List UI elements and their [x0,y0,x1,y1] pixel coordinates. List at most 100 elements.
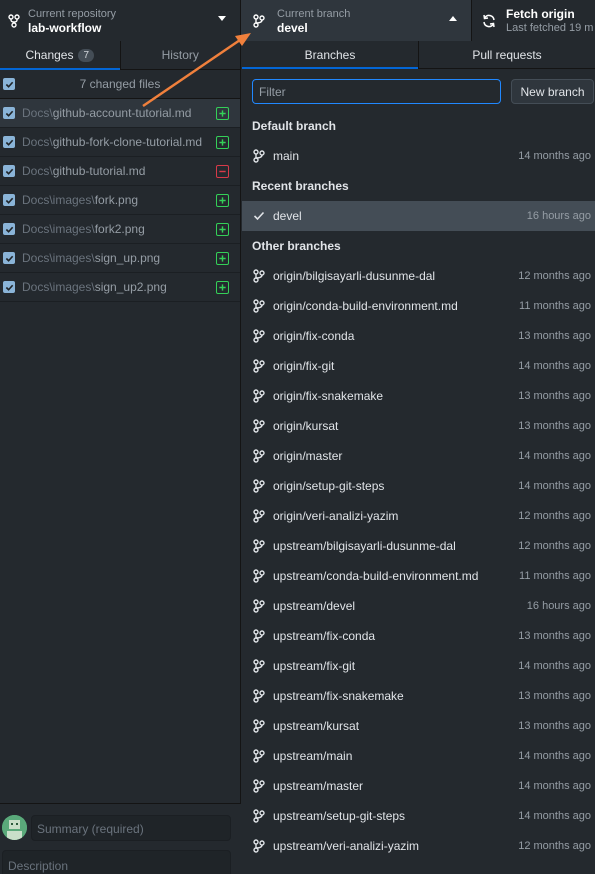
tab-branches[interactable]: Branches [242,41,418,69]
branch-item[interactable]: origin/kursat 13 months ago [242,411,595,441]
branch-item[interactable]: upstream/master 14 months ago [242,771,595,801]
branch-icon [252,149,266,163]
changes-pane: Changes 7 History 7 changed files Docs\g… [0,41,241,874]
branch-item[interactable]: origin/conda-build-environment.md 11 mont… [242,291,595,321]
left-tabs: Changes 7 History [0,41,240,70]
branch-value: devel [277,20,308,35]
branch-icon [252,299,266,313]
branch-item[interactable]: devel 16 hours ago [242,201,595,231]
file-dir: Docs\images\ [22,251,95,265]
file-added-icon [216,223,229,236]
summary-input[interactable]: Summary (required) [31,815,231,841]
branch-time: 12 months ago [518,510,591,522]
repo-icon [0,13,28,28]
branch-time: 12 months ago [518,270,591,282]
branch-time: 13 months ago [518,420,591,432]
branch-item[interactable]: upstream/main 14 months ago [242,741,595,771]
branch-name: origin/conda-build-environment.md [273,299,458,313]
branch-item[interactable]: upstream/fix-snakemake 13 months ago [242,681,595,711]
branch-icon [252,719,266,733]
tab-changes-label: Changes [25,48,74,62]
current-branch-button[interactable]: Current branch devel [241,0,472,41]
description-input[interactable]: Description [2,850,231,874]
file-checkbox[interactable] [3,252,15,264]
file-checkbox[interactable] [3,281,15,293]
file-name: fork.png [94,193,139,207]
branch-item[interactable]: upstream/setup-git-steps 14 months ago [242,801,595,831]
branch-name: upstream/master [273,779,364,793]
changes-count-badge: 7 [78,48,95,62]
file-row[interactable]: Docs\images\fork2.png [0,215,240,244]
branch-item[interactable]: origin/bilgisayarli-dusunme-dal 12 months… [242,261,595,291]
branch-item[interactable]: upstream/bilgisayarli-dusunme-dal 12 mont… [242,531,595,561]
branch-name: origin/setup-git-steps [273,479,385,493]
branch-item[interactable]: upstream/devel 16 hours ago [242,591,595,621]
branch-item[interactable]: origin/veri-analizi-yazim 12 months ago [242,501,595,531]
file-checkbox[interactable] [3,223,15,235]
branch-time: 14 months ago [518,360,591,372]
file-row[interactable]: Docs\github-tutorial.md [0,157,240,186]
branch-name: upstream/devel [273,599,356,613]
branch-icon [252,359,266,373]
file-row[interactable]: Docs\github-fork-clone-tutorial.md [0,128,240,157]
branch-name: origin/veri-analizi-yazim [273,509,399,523]
branch-item[interactable]: origin/fix-git 14 months ago [242,351,595,381]
branch-item[interactable]: upstream/veri-analizi-yazim 12 months ago [242,831,595,861]
files-header: 7 changed files [0,70,240,99]
chevron-down-icon [218,16,226,21]
filter-input[interactable]: Filter [252,79,501,104]
current-repository-button[interactable]: Current repository lab-workflow [0,0,241,41]
file-added-icon [216,136,229,149]
branch-item[interactable]: upstream/kursat 13 months ago [242,711,595,741]
tab-pull-requests[interactable]: Pull requests [418,41,595,68]
branch-item[interactable]: origin/setup-git-steps 14 months ago [242,471,595,501]
branch-item[interactable]: upstream/conda-build-environment.md 11 mo… [242,561,595,591]
branch-item[interactable]: origin/fix-conda 13 months ago [242,321,595,351]
branch-time: 11 months ago [519,570,591,582]
tab-history[interactable]: History [119,41,241,69]
file-checkbox[interactable] [3,194,15,206]
new-branch-button[interactable]: New branch [511,79,594,104]
branch-item[interactable]: upstream/fix-conda 13 months ago [242,621,595,651]
branch-icon [252,659,266,673]
filter-row: Filter New branch [242,69,595,111]
branch-icon [252,839,266,853]
branch-time: 14 months ago [518,660,591,672]
file-dir: Docs\ [22,135,53,149]
tab-changes[interactable]: Changes 7 [0,41,120,70]
file-dir: Docs\images\ [22,280,95,294]
branch-name: upstream/main [273,749,353,763]
group-header-default: Default branch [252,119,337,133]
branch-item[interactable]: main 14 months ago [242,141,595,171]
branch-name: origin/fix-conda [273,329,355,343]
file-list: Docs\github-account-tutorial.md Docs\gith… [0,99,240,302]
file-name: sign_up2.png [94,280,167,294]
fetch-origin-button[interactable]: Fetch origin Last fetched 19 m [472,0,595,41]
fetch-title: Fetch origin [506,6,575,21]
file-dir: Docs\ [22,106,53,120]
file-path: Docs\github-fork-clone-tutorial.md [22,135,202,149]
file-row[interactable]: Docs\images\sign_up2.png [0,273,240,302]
file-row[interactable]: Docs\images\sign_up.png [0,244,240,273]
branch-name: devel [273,209,302,223]
branch-time: 11 months ago [519,300,591,312]
branch-item[interactable]: origin/fix-snakemake 13 months ago [242,381,595,411]
branch-icon [252,569,266,583]
branch-time: 16 hours ago [526,210,591,222]
file-row[interactable]: Docs\images\fork.png [0,186,240,215]
file-path: Docs\github-tutorial.md [22,164,145,178]
file-added-icon [216,281,229,294]
branch-item[interactable]: upstream/fix-git 14 months ago [242,651,595,681]
select-all-checkbox[interactable] [3,78,15,90]
branch-name: upstream/conda-build-environment.md [273,569,479,583]
file-checkbox[interactable] [3,136,15,148]
branch-item[interactable]: origin/master 14 months ago [242,441,595,471]
file-checkbox[interactable] [3,107,15,119]
file-row[interactable]: Docs\github-account-tutorial.md [0,99,240,128]
branch-name: main [273,149,300,163]
branch-icon [252,329,266,343]
file-checkbox[interactable] [3,165,15,177]
branch-name: upstream/veri-analizi-yazim [273,839,420,853]
branch-icon [252,689,266,703]
commit-area: Summary (required) Description [0,803,241,874]
